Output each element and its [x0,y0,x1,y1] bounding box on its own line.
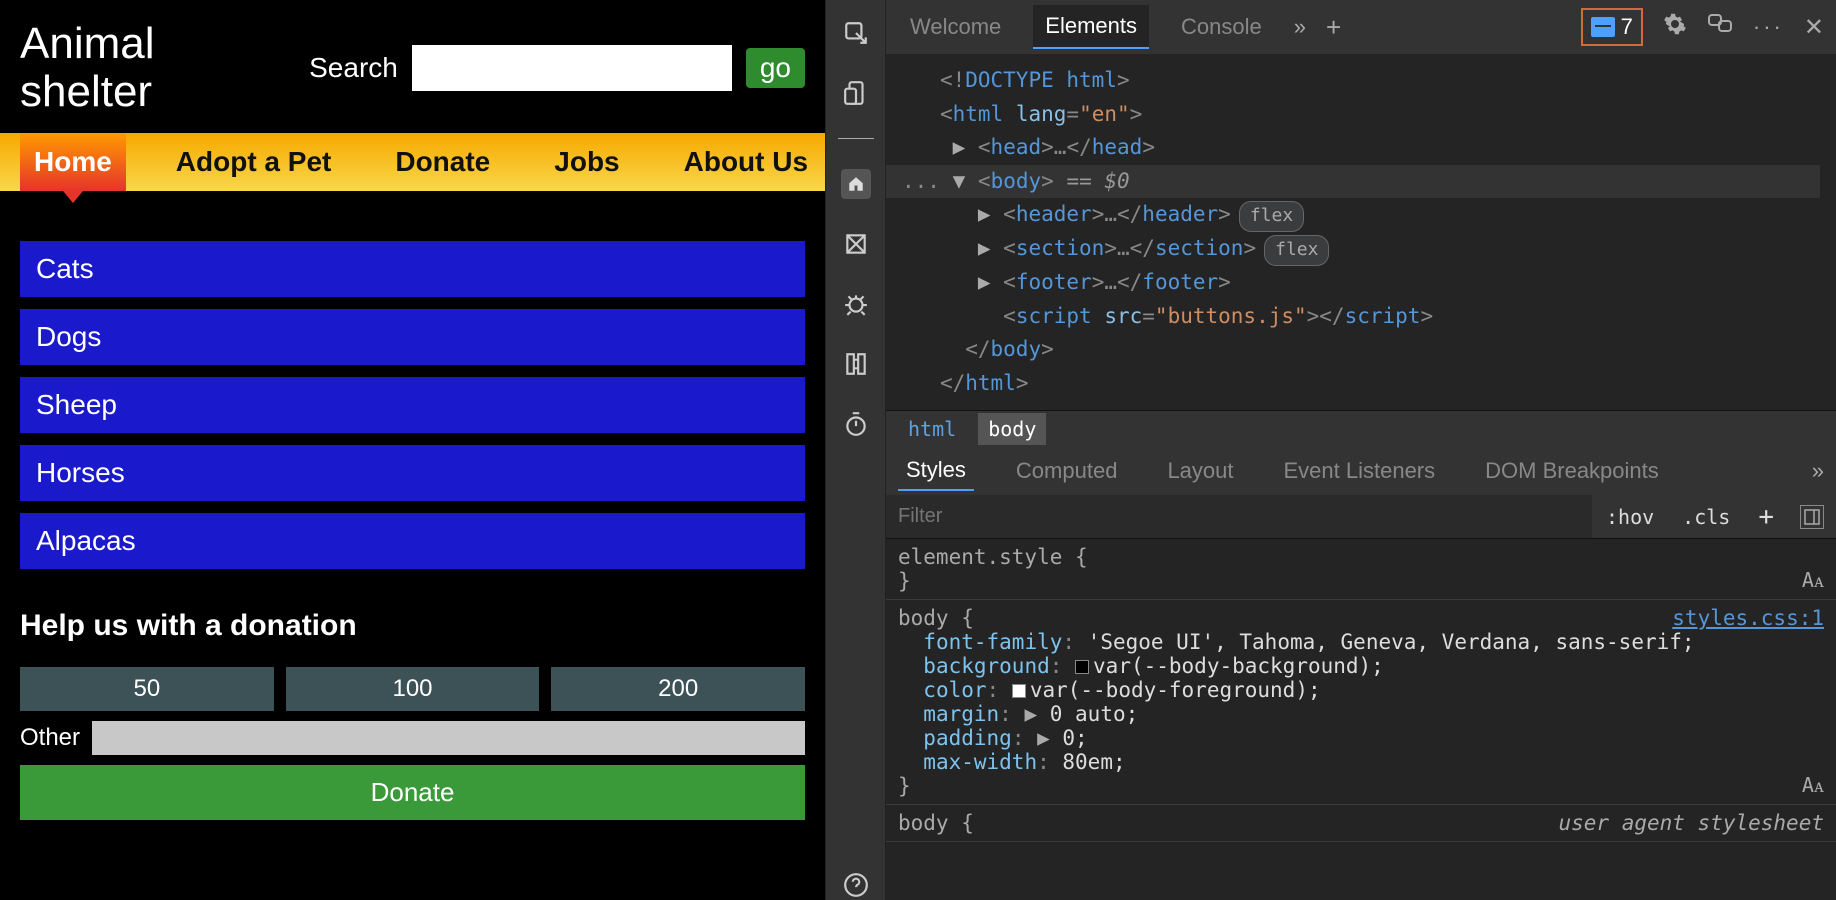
animal-list: Cats Dogs Sheep Horses Alpacas [0,191,825,579]
tab-welcome[interactable]: Welcome [898,6,1013,48]
rendered-page: Animal shelter Search go Home Adopt a Pe… [0,0,825,900]
cls-toggle[interactable]: .cls [1668,505,1744,529]
help-icon[interactable] [841,870,871,900]
search-go-button[interactable]: go [746,48,805,88]
styles-tabs: Styles Computed Layout Event Listeners D… [886,447,1836,495]
home-icon[interactable] [841,169,871,199]
feedback-icon[interactable] [1707,12,1733,42]
3d-view-icon[interactable] [841,229,871,259]
more-options-icon[interactable]: ··· [1753,14,1784,40]
more-styles-tabs-icon[interactable]: » [1812,458,1824,484]
new-style-rule-button[interactable]: + [1744,502,1788,532]
donation-title: Help us with a donation [20,609,805,643]
main-nav: Home Adopt a Pet Donate Jobs About Us [0,133,825,191]
dom-ellipsis: ... [902,169,940,193]
device-icon[interactable] [841,78,871,108]
hov-toggle[interactable]: :hov [1592,505,1668,529]
tab-layout[interactable]: Layout [1159,452,1241,490]
bug-icon[interactable] [841,289,871,319]
tab-console[interactable]: Console [1169,6,1274,48]
tab-event-listeners[interactable]: Event Listeners [1276,452,1444,490]
donation-amount-50[interactable]: 50 [20,667,274,711]
animal-cats[interactable]: Cats [20,241,805,297]
devtools: Welcome Elements Console » + 7 ··· ✕ [825,0,1836,900]
animal-sheep[interactable]: Sheep [20,377,805,433]
tab-dom-breakpoints[interactable]: DOM Breakpoints [1477,452,1667,490]
styles-filter-row: :hov .cls + [886,495,1836,539]
devtools-main: Welcome Elements Console » + 7 ··· ✕ [886,0,1836,900]
animal-dogs[interactable]: Dogs [20,309,805,365]
devtools-tabs: Welcome Elements Console » + 7 ··· ✕ [886,0,1836,54]
search-area: Search go [309,45,805,91]
crumb-html[interactable]: html [898,413,966,445]
dom-selected-marker: == $0 [1054,169,1130,193]
user-agent-rule[interactable]: user agent stylesheet body { [886,805,1836,842]
nav-about[interactable]: About Us [670,133,822,191]
flex-badge[interactable]: flex [1264,235,1329,266]
uas-label: user agent stylesheet [1558,811,1824,835]
tab-elements[interactable]: Elements [1033,5,1149,49]
dom-tree[interactable]: <!DOCTYPE html> <html lang="en"> ▶ <head… [886,54,1836,410]
donation-amount-200[interactable]: 200 [551,667,805,711]
css-rules[interactable]: element.style { } Aᴀ styles.css:1 body {… [886,539,1836,900]
crumb-body[interactable]: body [978,413,1046,445]
page-header: Animal shelter Search go [0,0,825,127]
breadcrumb: html body [886,410,1836,447]
donate-button[interactable]: Donate [20,765,805,820]
search-input[interactable] [412,45,732,91]
issues-count: 7 [1621,14,1633,40]
tab-computed[interactable]: Computed [1008,452,1126,490]
new-tab-icon[interactable]: + [1326,12,1341,43]
stopwatch-icon[interactable] [841,409,871,439]
issues-icon [1591,17,1615,37]
activity-bar [826,0,886,900]
donation-other-row: Other [20,721,805,755]
animal-alpacas[interactable]: Alpacas [20,513,805,569]
more-tabs-icon[interactable]: » [1294,14,1306,40]
flex-badge[interactable]: flex [1239,201,1304,232]
close-devtools-icon[interactable]: ✕ [1804,13,1824,42]
element-style-rule[interactable]: element.style { } Aᴀ [886,539,1836,600]
site-brand: Animal shelter [20,20,220,117]
activity-separator [838,138,874,139]
donation-amounts: 50 100 200 [20,667,805,711]
search-label: Search [309,52,398,84]
donation-amount-100[interactable]: 100 [286,667,540,711]
donation-other-input[interactable] [92,721,805,755]
font-editor-icon[interactable]: Aᴀ [1802,568,1824,593]
donation-section: Help us with a donation 50 100 200 Other… [0,579,825,820]
nav-adopt[interactable]: Adopt a Pet [162,133,346,191]
nav-home[interactable]: Home [20,133,126,191]
styles-filter-input[interactable] [886,495,1592,538]
issues-badge[interactable]: 7 [1581,8,1643,46]
source-link[interactable]: styles.css:1 [1672,606,1824,630]
donation-other-label: Other [20,724,80,752]
nav-donate[interactable]: Donate [381,133,504,191]
network-conditions-icon[interactable] [841,349,871,379]
font-editor-icon[interactable]: Aᴀ [1802,773,1824,798]
toggle-computed-sidebar-icon[interactable] [1800,505,1824,529]
inspect-icon[interactable] [841,18,871,48]
nav-jobs[interactable]: Jobs [540,133,633,191]
body-rule[interactable]: styles.css:1 body { font-family: 'Segoe … [886,600,1836,805]
settings-icon[interactable] [1663,12,1687,42]
animal-horses[interactable]: Horses [20,445,805,501]
tab-styles[interactable]: Styles [898,451,974,491]
